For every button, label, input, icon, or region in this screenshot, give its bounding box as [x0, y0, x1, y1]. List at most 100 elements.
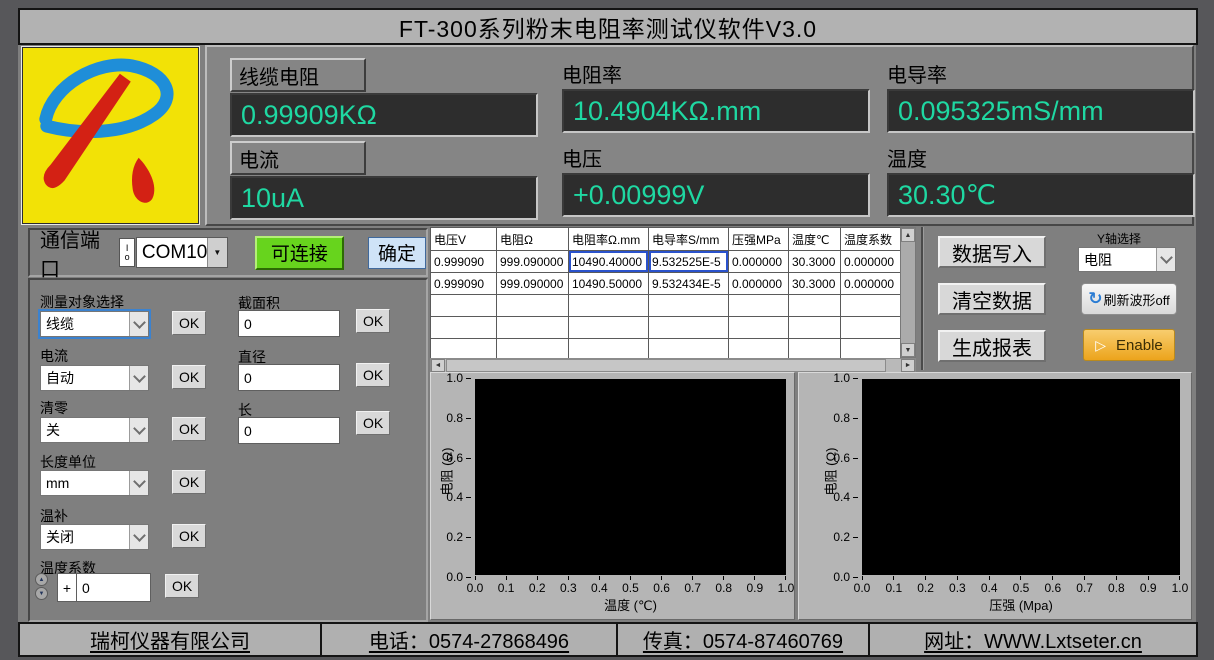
- confirm-button[interactable]: 确定: [368, 237, 426, 269]
- table-header-row: 电压V 电阻Ω 电阻率Ω.mm 电导率S/mm 压强MPa 温度℃ 温度系数: [431, 228, 901, 251]
- chevron-down-icon[interactable]: [129, 312, 148, 336]
- table-cell[interactable]: 999.090000: [497, 273, 569, 295]
- length-field[interactable]: [239, 417, 339, 444]
- voltage-label: 电压: [562, 143, 602, 172]
- table-cell-selected[interactable]: 10490.40000: [569, 251, 649, 273]
- scroll-up-button[interactable]: ▲: [901, 228, 915, 242]
- connect-status-button[interactable]: 可连接: [255, 236, 344, 270]
- refresh-icon: ↻: [1088, 289, 1102, 309]
- temp-coef-ok-button[interactable]: OK: [165, 574, 199, 598]
- temp-comp-ok-button[interactable]: OK: [172, 524, 206, 548]
- table-cell-selected[interactable]: 9.532525E-5: [649, 251, 729, 273]
- chevron-down-icon[interactable]: [129, 525, 148, 549]
- table-cell[interactable]: 30.3000: [789, 251, 841, 273]
- temperature-display: 30.30℃: [887, 173, 1195, 217]
- settings-panel: 测量对象选择 线缆 OK 电流 自动 OK 清零 关 OK 长度单位 mm OK…: [28, 278, 428, 622]
- chevron-down-icon[interactable]: [129, 418, 148, 442]
- table-cell[interactable]: 0.999090: [431, 251, 497, 273]
- cross-section-ok-button[interactable]: OK: [356, 309, 390, 333]
- diameter-field[interactable]: [239, 364, 339, 391]
- col-header: 温度系数: [841, 228, 901, 251]
- brand-logo: [22, 47, 199, 224]
- chevron-down-icon[interactable]: [129, 366, 148, 390]
- chart-resistance-vs-temperature: 电阻 (Ω) 1.00.80.60.40.20.0 0.00.10.20.30.…: [430, 372, 795, 620]
- generate-report-button[interactable]: 生成报表: [938, 330, 1046, 362]
- table-cell[interactable]: 30.3000: [789, 273, 841, 295]
- write-data-button[interactable]: 数据写入: [938, 236, 1046, 268]
- current-mode-ok-button[interactable]: OK: [172, 365, 206, 389]
- measure-object-select[interactable]: 线缆: [40, 311, 149, 337]
- x-axis-title: 压强 (Mpa): [862, 595, 1180, 614]
- length-field-wrap: [238, 417, 340, 444]
- readings-panel: 线缆电阻 0.99909KΩ 电流 10uA 电阻率 10.4904KΩ.mm …: [205, 45, 1194, 226]
- enable-button[interactable]: ▷ Enable: [1083, 329, 1175, 361]
- app-window: FT-300系列粉末电阻率测试仪软件V3.0 线缆电阻 0.99909KΩ 电流…: [0, 0, 1214, 660]
- com-port-select[interactable]: COM10 ▼: [136, 237, 228, 268]
- diameter-ok-button[interactable]: OK: [356, 363, 390, 387]
- current-label: 电流: [230, 141, 366, 175]
- col-header: 压强MPa: [729, 228, 789, 251]
- footer-bar: 瑞柯仪器有限公司 电话：0574-27868496 传真：0574-874607…: [18, 622, 1198, 657]
- table-cell[interactable]: 999.090000: [497, 251, 569, 273]
- table-row-empty: [431, 295, 901, 317]
- plot-area[interactable]: [862, 379, 1180, 575]
- cross-section-field[interactable]: [239, 310, 339, 337]
- table-cell[interactable]: 0.000000: [729, 251, 789, 273]
- spinner-up-icon[interactable]: ▲: [35, 573, 48, 586]
- footer-fax: 传真：0574-87460769: [616, 624, 868, 655]
- play-icon: ▷: [1095, 337, 1106, 354]
- temp-coef-sign: +: [57, 573, 77, 602]
- measure-object-ok-button[interactable]: OK: [172, 311, 206, 335]
- voltage-display: +0.00999V: [562, 173, 870, 217]
- col-header: 电压V: [431, 228, 497, 251]
- chevron-down-icon[interactable]: ▼: [207, 238, 227, 267]
- length-unit-select[interactable]: mm: [40, 470, 149, 496]
- temp-coef-field[interactable]: [77, 573, 150, 602]
- y-axis-select-label: Y轴选择: [1097, 230, 1141, 247]
- table-cell[interactable]: 0.000000: [841, 273, 901, 295]
- table-cell[interactable]: 0.999090: [431, 273, 497, 295]
- title-bar: FT-300系列粉末电阻率测试仪软件V3.0: [18, 8, 1198, 45]
- logo-r-icon: [23, 48, 196, 221]
- refresh-waveform-button[interactable]: ↻ 刷新波形off: [1081, 283, 1177, 315]
- length-ok-button[interactable]: OK: [356, 411, 390, 435]
- plot-area[interactable]: [475, 379, 786, 575]
- current-mode-select[interactable]: 自动: [40, 365, 149, 391]
- zeroing-select[interactable]: 关: [40, 417, 149, 443]
- col-header: 电阻率Ω.mm: [569, 228, 649, 251]
- chevron-down-icon[interactable]: [1156, 248, 1175, 271]
- resistivity-label: 电阻率: [562, 59, 622, 88]
- comm-port-row: 通信端口 I o COM10 ▼ 可连接 确定: [28, 228, 428, 277]
- table-cell[interactable]: 10490.50000: [569, 273, 649, 295]
- temp-coef-spinner[interactable]: ▲ ▼: [35, 573, 49, 600]
- clear-data-button[interactable]: 清空数据: [938, 283, 1046, 315]
- measurement-table: 电压V 电阻Ω 电阻率Ω.mm 电导率S/mm 压强MPa 温度℃ 温度系数 0…: [430, 227, 900, 358]
- cable-resistance-display: 0.99909KΩ: [230, 93, 538, 137]
- scroll-right-button[interactable]: ►: [901, 359, 915, 372]
- x-axis-ticks: 0.00.10.20.30.40.50.60.70.80.91.0: [850, 576, 1192, 592]
- diameter-field-wrap: [238, 364, 340, 391]
- zeroing-label: 清零: [40, 398, 68, 418]
- chevron-down-icon[interactable]: [129, 471, 148, 495]
- table-vertical-scrollbar[interactable]: ▲ ▼: [900, 227, 916, 358]
- temp-coef-field-wrap: [76, 573, 151, 602]
- table-cell[interactable]: 9.532434E-5: [649, 273, 729, 295]
- visa-io-icon: I o: [119, 238, 135, 267]
- spinner-down-icon[interactable]: ▼: [35, 587, 48, 600]
- zeroing-ok-button[interactable]: OK: [172, 417, 206, 441]
- temp-comp-select[interactable]: 关闭: [40, 524, 149, 550]
- cross-section-field-wrap: [238, 310, 340, 337]
- panel-divider: [921, 227, 924, 370]
- col-header: 电导率S/mm: [649, 228, 729, 251]
- temperature-label: 温度: [887, 143, 927, 172]
- y-axis-select[interactable]: 电阻: [1078, 247, 1176, 272]
- x-axis-title: 温度 (℃): [475, 595, 786, 614]
- scrollbar-thumb[interactable]: [446, 359, 886, 372]
- table-cell[interactable]: 0.000000: [729, 273, 789, 295]
- scroll-down-button[interactable]: ▼: [901, 343, 915, 357]
- table-cell[interactable]: 0.000000: [841, 251, 901, 273]
- comm-port-label: 通信端口: [40, 224, 117, 282]
- length-unit-ok-button[interactable]: OK: [172, 470, 206, 494]
- y-axis-ticks: 1.00.80.60.40.20.0: [822, 371, 858, 584]
- length-unit-label: 长度单位: [40, 452, 96, 472]
